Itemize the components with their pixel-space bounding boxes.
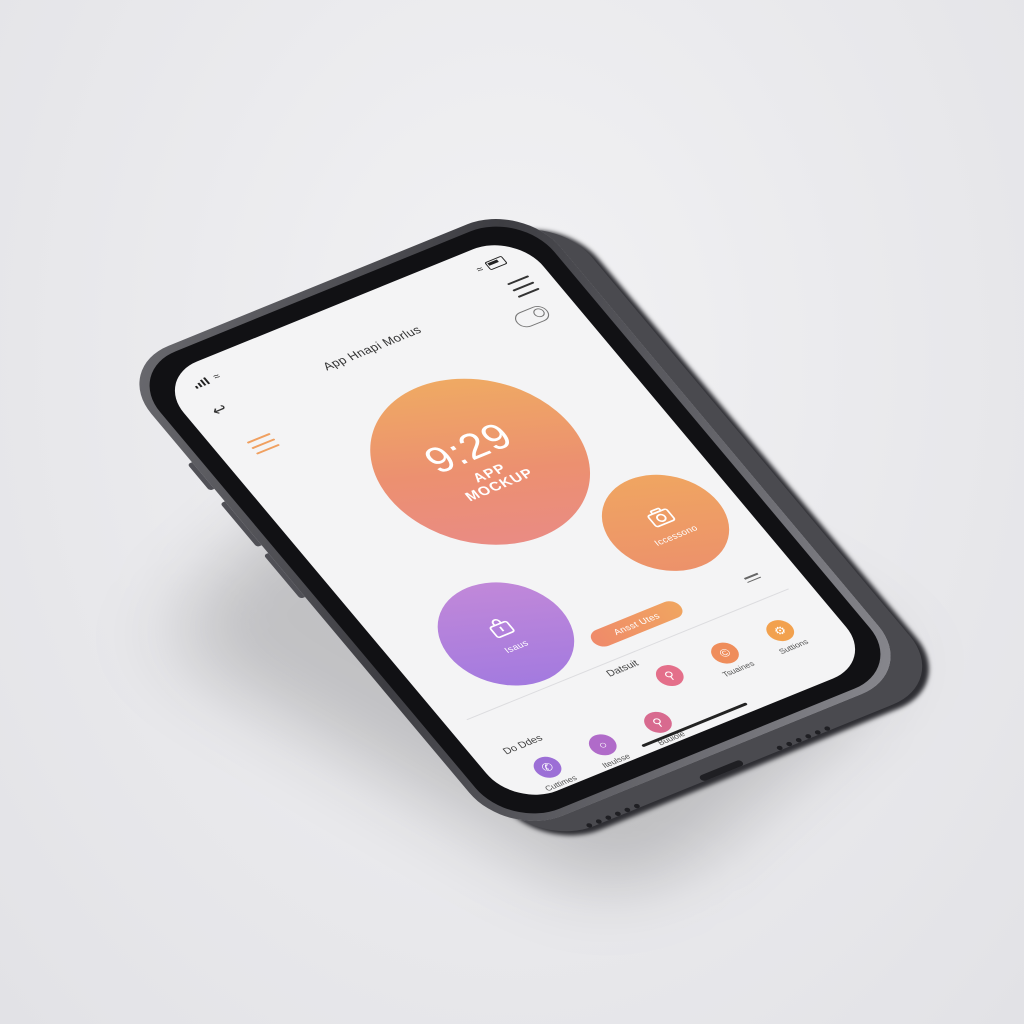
search-icon: ⚲ bbox=[650, 661, 690, 690]
settings-icon: ⚙ bbox=[760, 616, 800, 645]
back-arrow-icon: ↩ bbox=[208, 401, 233, 420]
app-icon-coin[interactable]: © Tsuaines bbox=[698, 636, 760, 680]
hero-clock-card[interactable]: 9:29 APP MOCKUP bbox=[327, 350, 633, 573]
app-icon-settings[interactable]: ⚙ Suttions bbox=[753, 613, 815, 657]
bag-card[interactable]: Isaus bbox=[410, 564, 601, 704]
side-menu-icon[interactable] bbox=[246, 432, 281, 455]
camera-icon bbox=[647, 507, 676, 528]
app-icon-phone[interactable]: ✆ Cuttimes bbox=[521, 750, 583, 794]
app-icon-chat[interactable]: ○ Iteulsse bbox=[576, 728, 638, 772]
scene: ≈ ≈ ↩ App Hnapi Morlus 9:29 APP MOCKUP I… bbox=[0, 0, 1024, 1024]
page-dot[interactable] bbox=[728, 718, 739, 726]
small-menu-icon[interactable] bbox=[743, 572, 762, 583]
chat-icon: ○ bbox=[583, 730, 623, 759]
page-dot[interactable] bbox=[694, 732, 704, 740]
status-left: ≈ bbox=[191, 371, 223, 390]
page-dot[interactable] bbox=[762, 704, 773, 712]
bag-icon bbox=[489, 619, 515, 638]
bag-card-label: Isaus bbox=[502, 638, 531, 655]
app-icon-search[interactable]: ⚲ bbox=[643, 658, 705, 702]
status-right: ≈ bbox=[474, 255, 508, 275]
camera-card[interactable]: Iccessono bbox=[577, 458, 755, 588]
phone: ≈ ≈ ↩ App Hnapi Morlus 9:29 APP MOCKUP I… bbox=[113, 201, 917, 839]
screen: ≈ ≈ ↩ App Hnapi Morlus 9:29 APP MOCKUP I… bbox=[155, 232, 875, 808]
page-dot[interactable] bbox=[676, 739, 687, 747]
top-icon-row: ⚲ © Tsuaines ⚙ Suttions bbox=[643, 613, 816, 702]
wifi-icon: ≈ bbox=[210, 371, 224, 382]
phone-icon: ✆ bbox=[528, 753, 567, 782]
primary-pill-button[interactable]: Ansst Utes bbox=[586, 598, 688, 650]
row-label: Do Ddes bbox=[501, 733, 546, 757]
battery-icon bbox=[484, 255, 508, 271]
back-button[interactable]: ↩ bbox=[200, 396, 239, 424]
page-dot[interactable] bbox=[711, 725, 721, 733]
page-dot[interactable] bbox=[745, 711, 756, 719]
toggle-switch[interactable] bbox=[510, 303, 554, 330]
signal-icon bbox=[192, 376, 212, 389]
coin-icon: © bbox=[705, 639, 745, 668]
hamburger-menu-icon[interactable] bbox=[507, 275, 540, 298]
phone-body: ≈ ≈ ↩ App Hnapi Morlus 9:29 APP MOCKUP I… bbox=[113, 201, 917, 839]
wifi-icon-right: ≈ bbox=[473, 264, 487, 275]
